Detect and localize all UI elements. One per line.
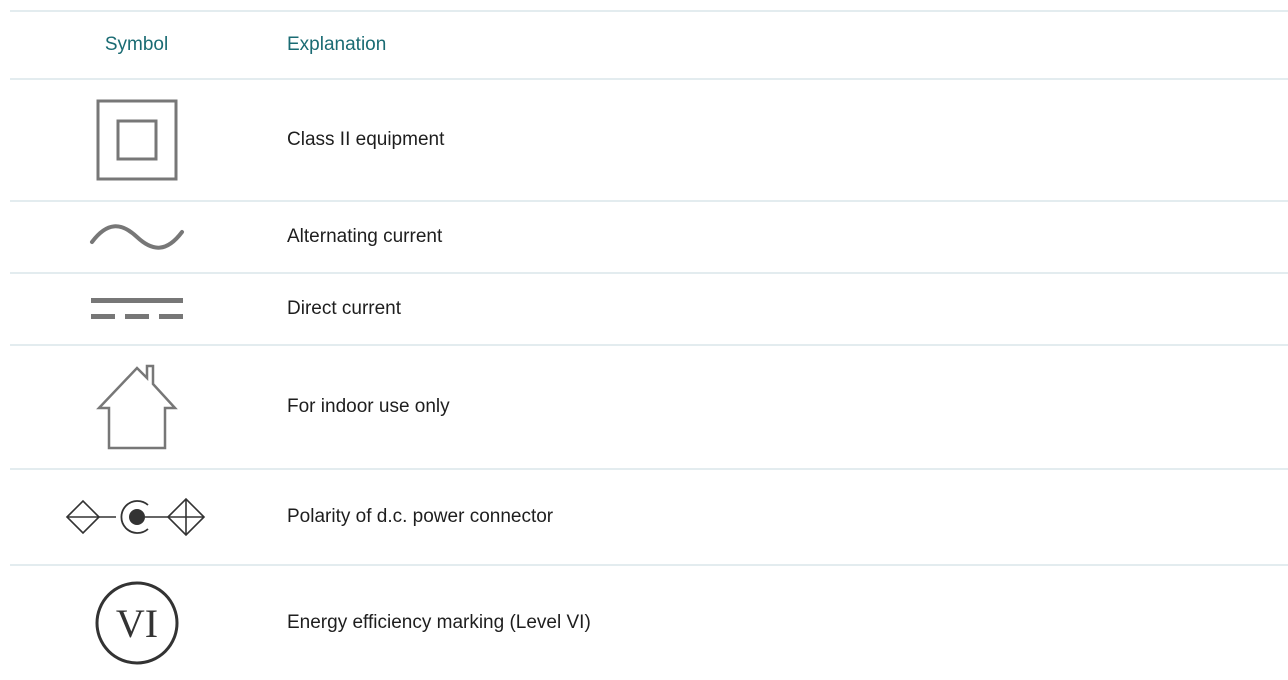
header-symbol: Symbol (104, 34, 169, 55)
dc-polarity-icon (65, 497, 205, 537)
row-explanation: Energy efficiency marking (Level VI) (287, 612, 591, 633)
symbols-table: Symbol Explanation Class II equipment Al… (10, 10, 1288, 680)
class-ii-equipment-icon (96, 99, 177, 181)
vi-symbol-text: VI (115, 601, 157, 646)
table-row: Alternating current (10, 202, 1288, 274)
row-explanation: For indoor use only (287, 396, 450, 417)
indoor-use-house-icon (95, 364, 178, 450)
table-row: Class II equipment (10, 80, 1288, 202)
energy-efficiency-vi-icon: VI (95, 581, 178, 665)
table-header-row: Symbol Explanation (10, 12, 1288, 80)
alternating-current-icon (89, 224, 184, 250)
table-row: Direct current (10, 274, 1288, 346)
row-explanation: Direct current (287, 298, 402, 319)
direct-current-icon (90, 298, 183, 319)
row-explanation: Alternating current (287, 226, 443, 247)
table-row: Polarity of d.c. power connector (10, 470, 1288, 566)
row-explanation: Class II equipment (287, 129, 445, 150)
header-explanation: Explanation (287, 34, 387, 55)
row-explanation: Polarity of d.c. power connector (287, 506, 554, 527)
table-row: For indoor use only (10, 346, 1288, 470)
table-row: VI Energy efficiency marking (Level VI) (10, 566, 1288, 680)
